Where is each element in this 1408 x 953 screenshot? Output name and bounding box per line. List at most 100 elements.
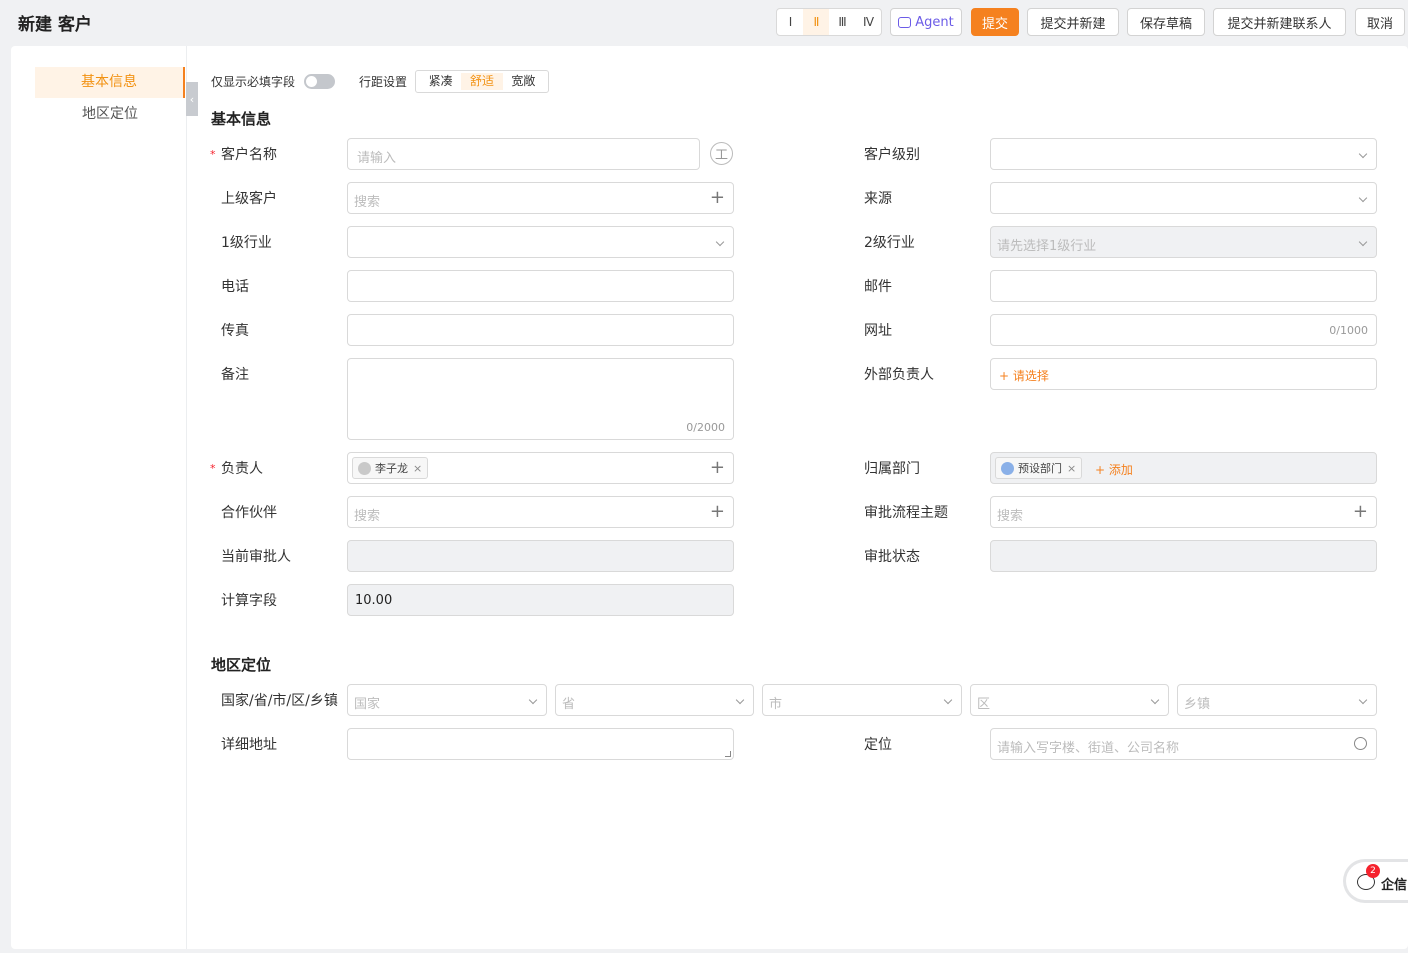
department-picker[interactable]: 预设部门 × + 添加 [990, 452, 1377, 484]
region-label: 国家/省/市/区/乡镇 [221, 693, 338, 709]
source-select[interactable] [990, 182, 1377, 214]
two-column-button[interactable]: Ⅱ [803, 9, 829, 35]
approval-subject-placeholder: 搜索 [997, 509, 1024, 524]
spacing-comfortable[interactable]: 舒适 [461, 73, 503, 90]
required-mark: * [210, 148, 216, 161]
section-title-basic: 基本信息 [211, 110, 272, 128]
one-column-button[interactable]: Ⅰ [777, 9, 803, 35]
row-spacing-segmented: 紧凑 舒适 宽敞 [415, 70, 549, 93]
email-input[interactable] [990, 270, 1377, 302]
column-layout-switch: Ⅰ Ⅱ Ⅲ Ⅳ [776, 8, 882, 36]
current-approver-label: 当前审批人 [221, 549, 291, 565]
province-placeholder: 省 [562, 697, 576, 712]
add-department-link[interactable]: + 添加 [1095, 461, 1133, 478]
section-nav: 基本信息 地区定位 [11, 46, 187, 949]
partner-label: 合作伙伴 [221, 505, 277, 521]
chevron-down-icon [715, 237, 725, 247]
remove-tag-icon[interactable]: × [1067, 462, 1076, 475]
approval-status-field [990, 540, 1377, 572]
spacing-loose[interactable]: 宽敞 [503, 73, 544, 90]
industry-l1-select[interactable] [347, 226, 734, 258]
partner-placeholder: 搜索 [354, 509, 381, 524]
customer-level-select[interactable] [990, 138, 1377, 170]
chevron-down-icon [1150, 695, 1160, 705]
collapse-sidebar-button[interactable]: ‹ [186, 82, 198, 116]
external-owner-select-link[interactable]: + 请选择 [999, 367, 1049, 384]
submit-and-new-contact-button[interactable]: 提交并新建联系人 [1213, 8, 1346, 36]
agent-button[interactable]: Agent [890, 8, 962, 36]
page-title: 新建 客户 [18, 15, 92, 35]
four-column-button[interactable]: Ⅳ [855, 9, 881, 35]
calc-field-label: 计算字段 [221, 593, 277, 609]
cancel-button[interactable]: 取消 [1355, 8, 1405, 36]
location-input[interactable]: 请输入写字楼、街道、公司名称 [990, 728, 1377, 760]
district-select[interactable]: 区 [970, 684, 1169, 716]
three-column-button[interactable]: Ⅲ [829, 9, 855, 35]
required-only-toggle[interactable] [304, 74, 335, 89]
fax-input[interactable] [347, 314, 734, 346]
city-placeholder: 市 [769, 697, 783, 712]
parent-customer-search[interactable]: 搜索 + [347, 182, 734, 214]
source-label: 来源 [864, 191, 892, 207]
required-mark: * [210, 462, 216, 475]
owner-picker[interactable]: 李子龙 × + [347, 452, 734, 484]
customer-level-label: 客户级别 [864, 147, 920, 163]
address-textarea[interactable] [347, 728, 734, 760]
owner-tag-label: 李子龙 [375, 462, 408, 475]
remark-textarea[interactable]: 0/2000 [347, 358, 734, 440]
unread-badge: 2 [1366, 864, 1380, 878]
approval-subject-search[interactable]: 搜索 + [990, 496, 1377, 528]
agent-label: Agent [915, 14, 954, 30]
globe-icon[interactable] [1354, 737, 1367, 750]
current-approver-field [347, 540, 734, 572]
parent-customer-label: 上级客户 [221, 191, 277, 207]
spacing-compact[interactable]: 紧凑 [420, 73, 461, 90]
required-only-label: 仅显示必填字段 [211, 75, 296, 89]
chat-float-button[interactable]: 2 企信 [1343, 859, 1408, 903]
plus-icon[interactable]: + [710, 458, 725, 478]
plus-icon[interactable]: + [1353, 502, 1368, 522]
city-select[interactable]: 市 [762, 684, 962, 716]
address-label: 详细地址 [221, 737, 277, 753]
business-lookup-icon[interactable]: 工 [710, 142, 733, 165]
email-label: 邮件 [864, 279, 892, 295]
partner-search[interactable]: 搜索 + [347, 496, 734, 528]
owner-label: 负责人 [221, 461, 263, 477]
phone-input[interactable] [347, 270, 734, 302]
province-select[interactable]: 省 [555, 684, 754, 716]
chevron-down-icon [1358, 193, 1368, 203]
submit-and-new-button[interactable]: 提交并新建 [1027, 8, 1119, 36]
location-label: 定位 [864, 737, 892, 753]
plus-icon[interactable]: + [710, 188, 725, 208]
remark-label: 备注 [221, 367, 249, 383]
town-select[interactable]: 乡镇 [1177, 684, 1377, 716]
industry-l2-select: 请先选择1级行业 [990, 226, 1377, 258]
external-owner-picker[interactable]: + 请选择 [990, 358, 1377, 390]
resize-handle-icon[interactable] [725, 751, 731, 757]
submit-button[interactable]: 提交 [971, 8, 1019, 36]
plus-icon[interactable]: + [710, 502, 725, 522]
owner-tag: 李子龙 × [352, 457, 429, 479]
department-tag-label: 预设部门 [1018, 462, 1062, 475]
chevron-down-icon [1358, 149, 1368, 159]
parent-customer-placeholder: 搜索 [354, 195, 381, 210]
website-input[interactable]: 0/1000 [990, 314, 1377, 346]
nav-item-region[interactable]: 地区定位 [35, 99, 185, 130]
country-select[interactable]: 国家 [347, 684, 547, 716]
customer-name-input[interactable]: 请输入 [347, 138, 700, 170]
location-placeholder: 请输入写字楼、街道、公司名称 [997, 741, 1180, 756]
external-owner-label: 外部负责人 [864, 367, 934, 383]
industry-l2-placeholder: 请先选择1级行业 [997, 239, 1097, 254]
nav-item-basic-info[interactable]: 基本信息 [35, 67, 185, 98]
save-draft-button[interactable]: 保存草稿 [1127, 8, 1205, 36]
customer-name-label: 客户名称 [221, 147, 277, 163]
calc-field-text: 10.00 [355, 593, 393, 608]
website-counter: 0/1000 [1329, 324, 1368, 337]
department-tag: 预设部门 × [995, 457, 1083, 479]
remove-tag-icon[interactable]: × [413, 462, 422, 475]
chat-label: 企信 [1381, 878, 1408, 893]
chevron-down-icon [1358, 695, 1368, 705]
approval-subject-label: 审批流程主题 [864, 505, 948, 521]
country-placeholder: 国家 [354, 697, 381, 712]
industry-l2-label: 2级行业 [864, 235, 915, 251]
